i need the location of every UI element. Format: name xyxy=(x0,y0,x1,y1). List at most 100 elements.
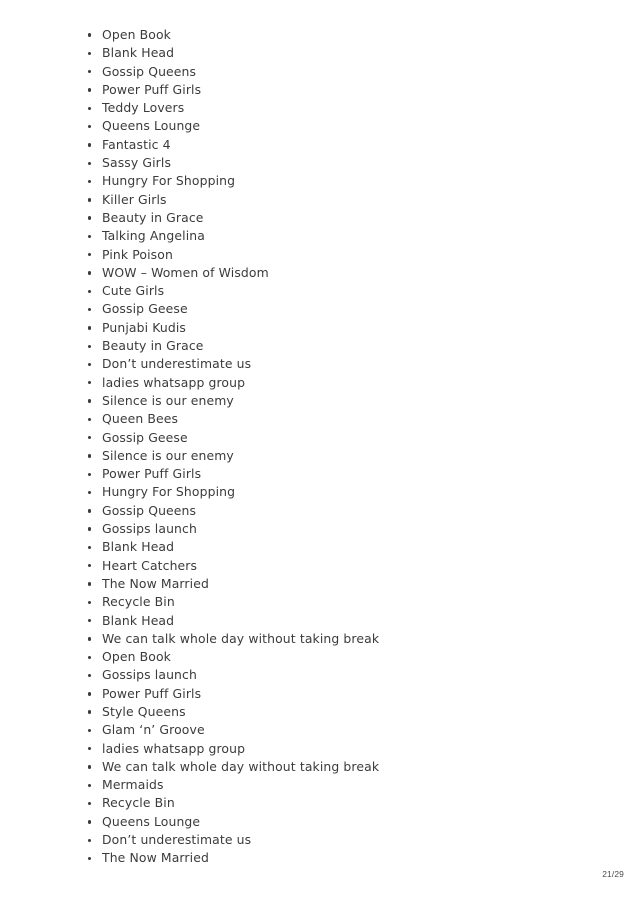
list-item-label: Gossip Queens xyxy=(102,63,197,79)
list-item: Mermaids xyxy=(88,776,379,794)
bullet-dot-icon xyxy=(88,33,92,37)
bullet-dot-icon xyxy=(88,70,92,74)
list-item: Open Book xyxy=(88,26,379,44)
bullet-dot-icon xyxy=(88,161,92,165)
list-item-label: Teddy Lovers xyxy=(102,100,185,116)
list-item: Recycle Bin xyxy=(88,593,379,611)
list-item-label: Talking Angelina xyxy=(102,228,205,244)
list-item-label: Beauty in Grace xyxy=(102,209,204,225)
list-item-label: Queens Lounge xyxy=(102,813,201,829)
list-item: Silence is our enemy xyxy=(88,392,379,410)
list-item: We can talk whole day without taking bre… xyxy=(88,630,379,648)
bullet-dot-icon xyxy=(88,307,92,312)
list-item-label: Blank Head xyxy=(102,539,175,555)
list-item-label: We can talk whole day without taking bre… xyxy=(102,630,380,646)
list-item: Talking Angelina xyxy=(88,227,379,245)
bullet-dot-icon xyxy=(88,399,92,403)
list-item: Cute Girls xyxy=(88,282,379,300)
list-item-label: Don’t underestimate us xyxy=(102,832,252,848)
bullet-dot-icon xyxy=(88,582,92,586)
bullet-dot-icon xyxy=(88,545,92,550)
bullet-dot-icon xyxy=(88,637,92,641)
list-item: Open Book xyxy=(88,648,379,666)
bullet-dot-icon xyxy=(88,124,92,129)
list-item: Blank Head xyxy=(88,538,379,556)
list-item-label: Don’t underestimate us xyxy=(102,356,252,372)
list-item-label: Style Queens xyxy=(102,703,186,719)
bullet-dot-icon xyxy=(88,326,92,330)
bullet-dot-icon xyxy=(88,765,92,769)
bullet-dot-icon xyxy=(88,655,92,659)
bullet-dot-icon xyxy=(88,106,92,111)
list-item-label: Beauty in Grace xyxy=(102,338,204,354)
list-item: Gossips launch xyxy=(88,520,379,538)
list-item: ladies whatsapp group xyxy=(88,740,379,758)
bullet-dot-icon xyxy=(88,271,92,275)
list-item: Queen Bees xyxy=(88,410,379,428)
list-item-label: Glam ‘n’ Groove xyxy=(102,722,205,738)
document-page: Open Book Blank Head Gossip Queens Power Pu… xyxy=(0,0,638,903)
list-item-label: Power Puff Girls xyxy=(102,685,202,701)
list-item: Power Puff Girls xyxy=(88,81,379,99)
list-item: Glam ‘n’ Groove xyxy=(88,721,379,739)
list-item: Pink Poison xyxy=(88,246,379,264)
bullet-dot-icon xyxy=(88,51,92,56)
list-item-label: Power Puff Girls xyxy=(102,81,202,97)
bullet-dot-icon xyxy=(88,728,92,733)
list-item: Gossip Geese xyxy=(88,429,379,447)
list-item: Queens Lounge xyxy=(88,117,379,135)
bullet-dot-icon xyxy=(88,564,92,568)
bullet-dot-icon xyxy=(88,820,92,824)
group-name-list: Open Book Blank Head Gossip Queens Power Pu… xyxy=(88,26,379,868)
list-item-label: Killer Girls xyxy=(102,191,167,207)
list-item: The Now Married xyxy=(88,575,379,593)
bullet-dot-icon xyxy=(88,143,92,147)
bullet-dot-icon xyxy=(88,472,92,476)
list-item: Gossip Queens xyxy=(88,502,379,520)
list-item-label: Pink Poison xyxy=(102,246,173,262)
bullet-dot-icon xyxy=(88,527,92,531)
list-item: Hungry For Shopping xyxy=(88,483,379,501)
list-item: Power Puff Girls xyxy=(88,465,379,483)
list-item-label: Cute Girls xyxy=(102,283,165,299)
list-item: Fantastic 4 xyxy=(88,136,379,154)
list-item: Recycle Bin xyxy=(88,794,379,812)
list-item: Power Puff Girls xyxy=(88,685,379,703)
list-item: Teddy Lovers xyxy=(88,99,379,117)
bullet-dot-icon xyxy=(88,417,92,422)
list-item: Beauty in Grace xyxy=(88,337,379,355)
list-item-label: Blank Head xyxy=(102,612,175,628)
list-item-label: We can talk whole day without taking bre… xyxy=(102,758,380,774)
list-item: The Now Married xyxy=(88,849,379,867)
bullet-dot-icon xyxy=(88,454,92,458)
list-item-label: Hungry For Shopping xyxy=(102,484,236,500)
list-item: Heart Catchers xyxy=(88,557,379,575)
bullet-dot-icon xyxy=(88,289,92,293)
list-item-label: Heart Catchers xyxy=(102,557,198,573)
list-item: Hungry For Shopping xyxy=(88,172,379,190)
bullet-dot-icon xyxy=(88,253,92,257)
list-item-label: Gossips launch xyxy=(102,521,197,537)
list-item: WOW – Women of Wisdom xyxy=(88,264,379,282)
list-item: Blank Head xyxy=(88,612,379,630)
list-item: We can talk whole day without taking bre… xyxy=(88,758,379,776)
list-item-label: Recycle Bin xyxy=(102,594,175,610)
list-item-label: Queen Bees xyxy=(102,411,179,427)
list-item: Gossips launch xyxy=(88,666,379,684)
bullet-dot-icon xyxy=(88,710,92,714)
list-item-label: Gossips launch xyxy=(102,667,197,683)
list-item: Killer Girls xyxy=(88,191,379,209)
list-item: Punjabi Kudis xyxy=(88,319,379,337)
list-item-label: The Now Married xyxy=(102,850,209,866)
list-item-label: Gossip Geese xyxy=(102,301,188,317)
list-item-label: ladies whatsapp group xyxy=(102,740,246,756)
bullet-dot-icon xyxy=(88,198,92,202)
list-item: Don’t underestimate us xyxy=(88,831,379,849)
list-item: Don’t underestimate us xyxy=(88,355,379,373)
list-item-label: Recycle Bin xyxy=(102,795,175,811)
list-item: Beauty in Grace xyxy=(88,209,379,227)
bullet-dot-icon xyxy=(88,856,92,861)
list-item: Sassy Girls xyxy=(88,154,379,172)
list-item-label: Blank Head xyxy=(102,45,175,61)
bullet-dot-icon xyxy=(88,344,92,348)
